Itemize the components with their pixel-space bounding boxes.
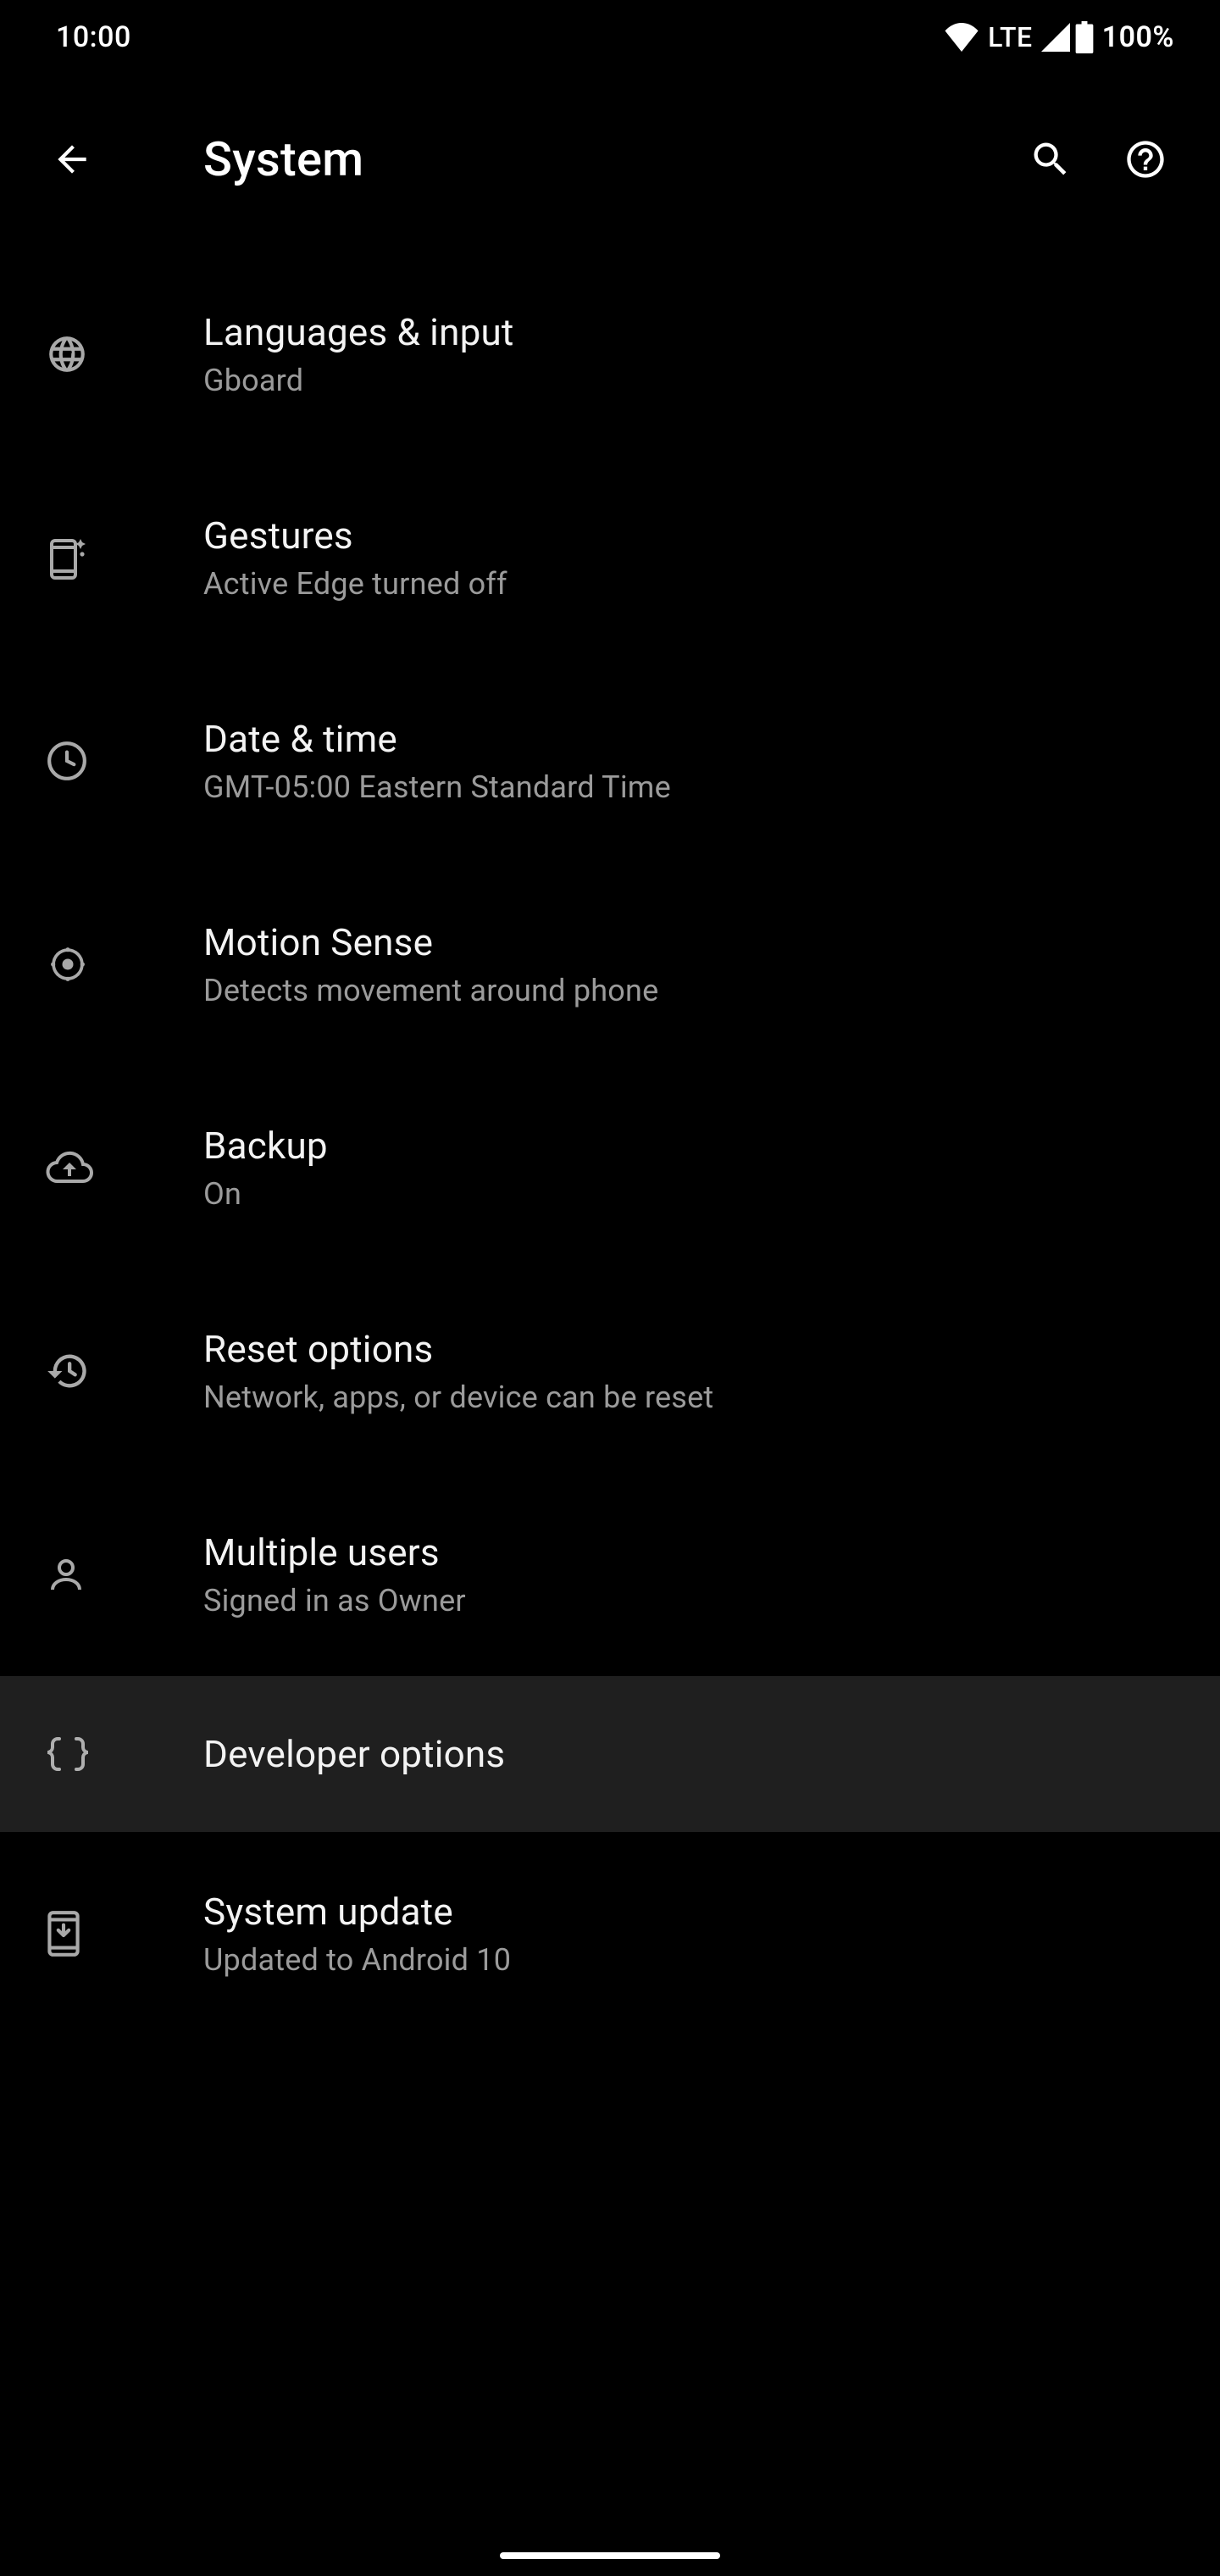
- item-subtitle: GMT-05:00 Eastern Standard Time: [203, 769, 1186, 805]
- gestures-icon: [46, 534, 88, 581]
- item-motion-sense[interactable]: Motion Sense Detects movement around pho…: [0, 863, 1220, 1066]
- search-icon: [1029, 137, 1073, 181]
- item-title: Date & time: [203, 717, 1186, 761]
- item-languages-input[interactable]: Languages & input Gboard: [0, 253, 1220, 456]
- clock-icon: [46, 740, 88, 782]
- battery-percent: 100%: [1102, 20, 1174, 54]
- back-button[interactable]: [34, 138, 136, 180]
- cell-signal-icon: [1041, 23, 1070, 52]
- app-bar: System: [0, 75, 1220, 244]
- item-title: System update: [203, 1890, 1186, 1934]
- wifi-icon: [944, 23, 979, 52]
- item-title: Developer options: [203, 1732, 1186, 1776]
- item-date-time[interactable]: Date & time GMT-05:00 Eastern Standard T…: [0, 659, 1220, 863]
- back-arrow-icon: [51, 138, 93, 180]
- item-subtitle: Network, apps, or device can be reset: [203, 1380, 1186, 1415]
- status-bar: 10:00 LTE 100%: [0, 0, 1220, 75]
- system-update-icon: [46, 1909, 81, 1958]
- item-title: Languages & input: [203, 310, 1186, 354]
- item-subtitle: Detects movement around phone: [203, 973, 1186, 1008]
- item-title: Motion Sense: [203, 920, 1186, 964]
- battery-icon: [1075, 21, 1094, 53]
- item-title: Backup: [203, 1124, 1186, 1168]
- item-multiple-users[interactable]: Multiple users Signed in as Owner: [0, 1473, 1220, 1676]
- item-subtitle: On: [203, 1176, 1186, 1212]
- braces-icon: [46, 1735, 90, 1773]
- help-button[interactable]: [1123, 137, 1167, 181]
- item-backup[interactable]: Backup On: [0, 1066, 1220, 1269]
- cloud-upload-icon: [46, 1150, 93, 1185]
- settings-list: Languages & input Gboard Gestures Active…: [0, 244, 1220, 2035]
- item-subtitle: Gboard: [203, 363, 1186, 398]
- item-title: Multiple users: [203, 1530, 1186, 1574]
- status-time: 10:00: [56, 20, 131, 54]
- item-gestures[interactable]: Gestures Active Edge turned off: [0, 456, 1220, 659]
- item-title: Gestures: [203, 514, 1186, 558]
- item-reset-options[interactable]: Reset options Network, apps, or device c…: [0, 1269, 1220, 1473]
- motion-sense-icon: [46, 942, 90, 986]
- item-subtitle: Signed in as Owner: [203, 1583, 1186, 1618]
- globe-icon: [46, 333, 88, 375]
- item-system-update[interactable]: System update Updated to Android 10: [0, 1832, 1220, 2035]
- item-developer-options[interactable]: Developer options: [0, 1676, 1220, 1832]
- network-type: LTE: [988, 21, 1032, 53]
- person-icon: [46, 1554, 86, 1595]
- item-title: Reset options: [203, 1327, 1186, 1371]
- search-button[interactable]: [1029, 137, 1073, 181]
- reset-icon: [46, 1349, 90, 1393]
- item-subtitle: Active Edge turned off: [203, 566, 1186, 602]
- help-icon: [1123, 137, 1167, 181]
- nav-handle[interactable]: [500, 2552, 720, 2559]
- item-subtitle: Updated to Android 10: [203, 1942, 1186, 1978]
- page-title: System: [136, 131, 1029, 187]
